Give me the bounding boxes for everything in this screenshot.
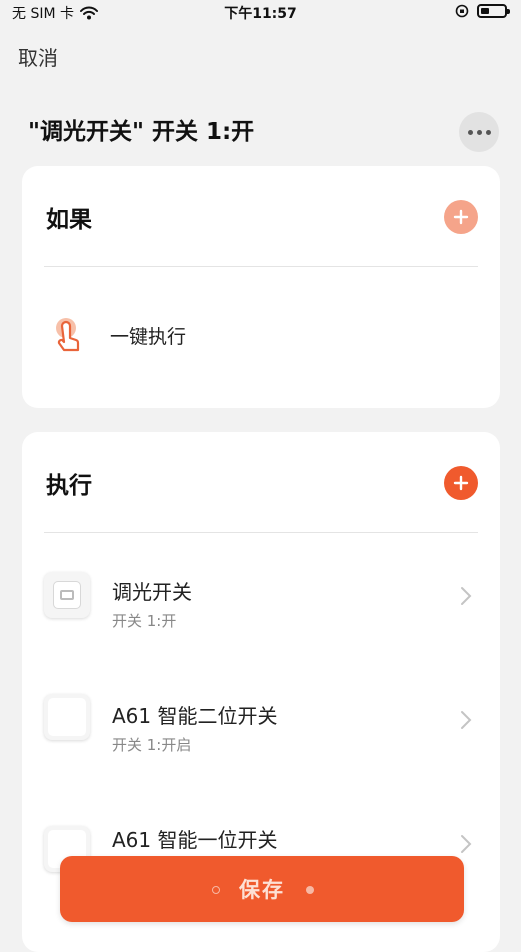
plus-icon bbox=[453, 209, 469, 225]
more-dot-icon bbox=[476, 129, 482, 135]
add-condition-button[interactable] bbox=[444, 200, 478, 234]
status-time: 下午11:57 bbox=[224, 6, 297, 22]
action-row-dimmer[interactable]: 调光开关 开关 1:开 bbox=[22, 550, 500, 640]
device-name: A61 智能一位开关 bbox=[112, 828, 278, 852]
trigger-label: 一键执行 bbox=[110, 326, 187, 348]
action-row-two-gang-switch[interactable]: A61 智能二位开关 开关 1:开启 bbox=[22, 674, 500, 764]
trigger-row[interactable]: 一键执行 bbox=[22, 306, 500, 366]
orientation-lock-icon bbox=[455, 4, 469, 18]
chevron-right-icon bbox=[461, 835, 472, 853]
if-section-title: 如果 bbox=[46, 207, 92, 233]
status-right bbox=[455, 4, 510, 18]
save-button[interactable]: 保存 bbox=[60, 856, 464, 922]
device-state: 开关 1:开启 bbox=[112, 736, 192, 754]
if-card: 如果 一键执行 bbox=[22, 166, 500, 408]
wall-switch-icon bbox=[44, 694, 90, 740]
battery-level bbox=[481, 8, 489, 14]
more-dot-icon bbox=[467, 129, 473, 135]
divider bbox=[44, 266, 478, 267]
add-action-button[interactable] bbox=[444, 466, 478, 500]
save-label: 保存 bbox=[239, 878, 285, 902]
device-name: 调光开关 bbox=[112, 580, 192, 604]
status-bar: 无 SIM 卡 下午11:57 bbox=[0, 0, 521, 26]
battery-icon bbox=[477, 4, 510, 18]
divider bbox=[44, 532, 478, 533]
device-state: 开关 1:开 bbox=[112, 612, 177, 630]
more-dot-icon bbox=[485, 129, 491, 135]
chevron-right-icon bbox=[461, 587, 472, 605]
plus-icon bbox=[453, 475, 469, 491]
page-title: "调光开关" 开关 1:开 bbox=[28, 119, 255, 145]
page-indicator-dot bbox=[306, 886, 314, 894]
dimmer-switch-icon bbox=[44, 572, 90, 618]
execute-section-title: 执行 bbox=[46, 473, 92, 499]
cancel-button[interactable]: 取消 bbox=[18, 42, 58, 71]
page-indicator-dot bbox=[212, 886, 220, 894]
more-options-button[interactable] bbox=[459, 112, 499, 152]
device-name: A61 智能二位开关 bbox=[112, 704, 278, 728]
hand-tap-icon bbox=[56, 318, 80, 352]
chevron-right-icon bbox=[461, 711, 472, 729]
